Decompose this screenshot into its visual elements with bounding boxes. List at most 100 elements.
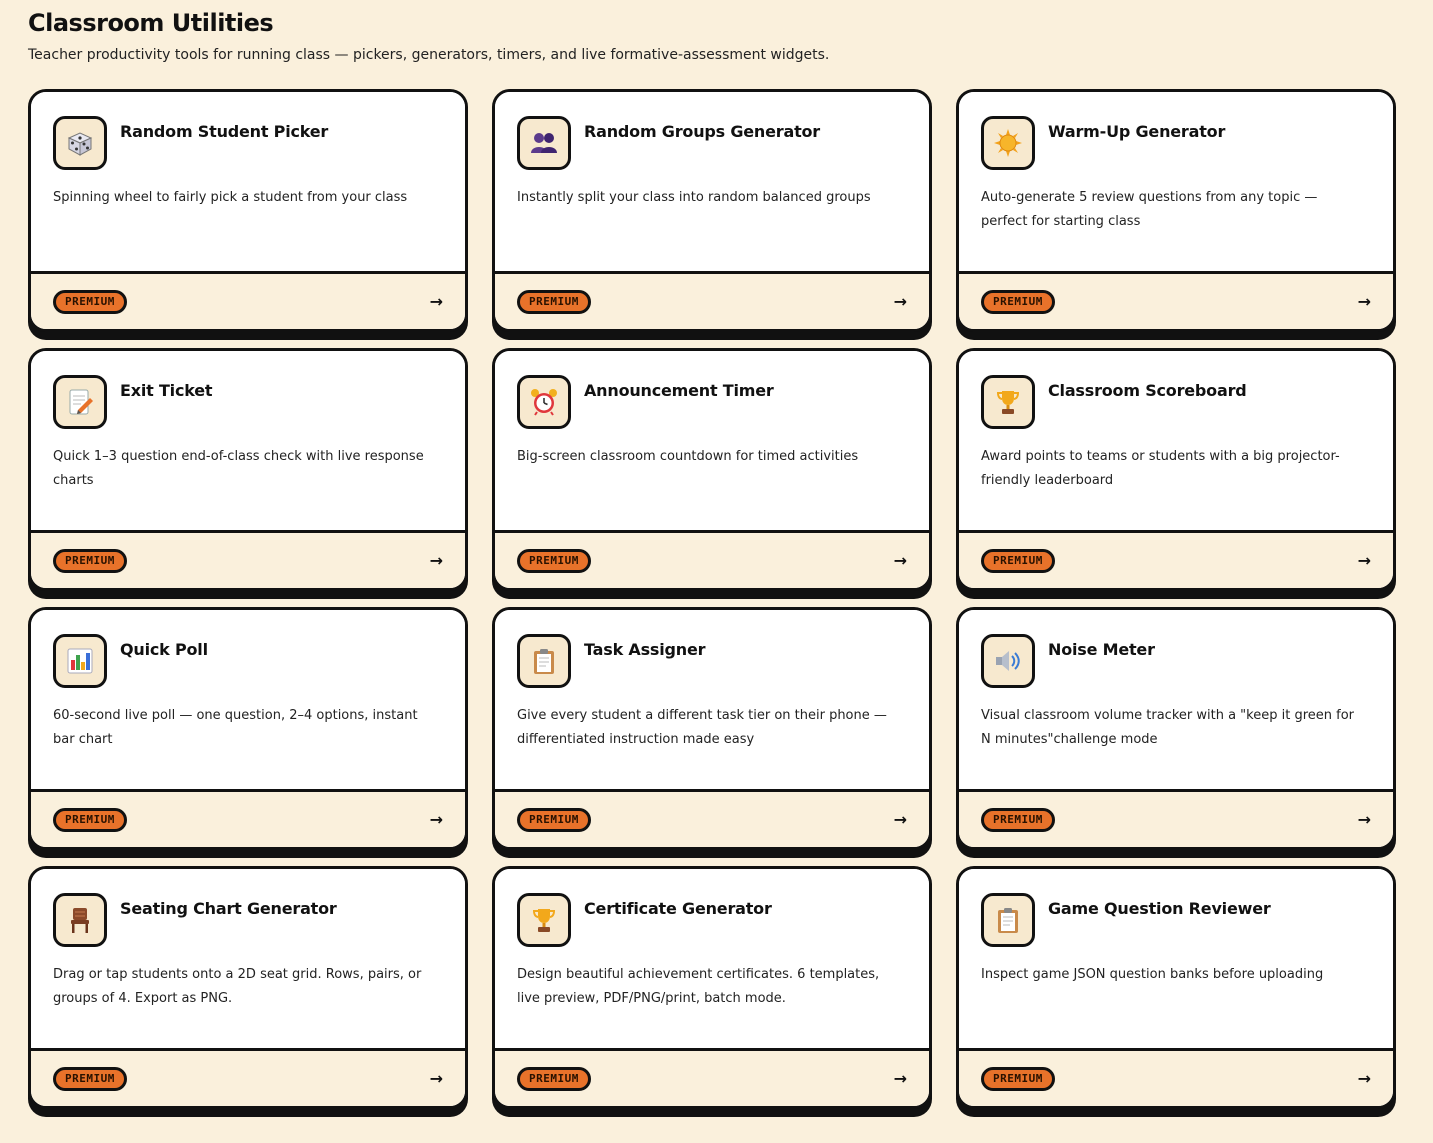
card-header: Certificate Generator bbox=[517, 893, 907, 947]
card-footer: PREMIUM → bbox=[31, 271, 465, 329]
card-body: Quick Poll 60-second live poll — one ques… bbox=[31, 610, 465, 789]
clipboard-icon bbox=[517, 634, 571, 688]
card-description: Spinning wheel to fairly pick a student … bbox=[53, 190, 408, 205]
trophy-icon bbox=[981, 375, 1035, 429]
card-description: Visual classroom volume tracker with a "… bbox=[981, 708, 1354, 747]
card-header: Classroom Scoreboard bbox=[981, 375, 1371, 429]
card-footer: PREMIUM → bbox=[959, 1048, 1393, 1106]
card-footer: PREMIUM → bbox=[31, 789, 465, 847]
page-subtitle: Teacher productivity tools for running c… bbox=[28, 47, 830, 63]
card-title: Certificate Generator bbox=[584, 899, 772, 918]
tool-card-certificate-generator[interactable]: Certificate Generator Design beautiful ac… bbox=[492, 866, 932, 1109]
arrow-right-icon[interactable]: → bbox=[430, 292, 443, 311]
card-header: Random Student Picker bbox=[53, 116, 443, 170]
tool-card-game-question-reviewer[interactable]: Game Question Reviewer Inspect game JSON … bbox=[956, 866, 1396, 1109]
tool-card-announcement-timer[interactable]: Announcement Timer Big-screen classroom c… bbox=[492, 348, 932, 591]
tool-card-random-student-picker[interactable]: Random Student Picker Spinning wheel to f… bbox=[28, 89, 468, 332]
arrow-right-icon[interactable]: → bbox=[894, 292, 907, 311]
card-description: Big-screen classroom countdown for timed… bbox=[517, 449, 859, 464]
tool-card-task-assigner[interactable]: Task Assigner Give every student a differ… bbox=[492, 607, 932, 850]
premium-badge: PREMIUM bbox=[981, 548, 1055, 573]
card-header: Random Groups Generator bbox=[517, 116, 907, 170]
card-description: 60-second live poll — one question, 2–4 … bbox=[53, 708, 418, 747]
arrow-right-icon[interactable]: → bbox=[1358, 1069, 1371, 1088]
card-body: Seating Chart Generator Drag or tap stude… bbox=[31, 869, 465, 1048]
arrow-right-icon[interactable]: → bbox=[1358, 551, 1371, 570]
card-header: Seating Chart Generator bbox=[53, 893, 443, 947]
card-title: Quick Poll bbox=[120, 640, 208, 659]
card-header: Exit Ticket bbox=[53, 375, 443, 429]
people-icon bbox=[517, 116, 571, 170]
card-footer: PREMIUM → bbox=[31, 1048, 465, 1106]
card-title: Warm-Up Generator bbox=[1048, 122, 1226, 141]
card-footer: PREMIUM → bbox=[31, 530, 465, 588]
card-title: Announcement Timer bbox=[584, 381, 774, 400]
card-body: Exit Ticket Quick 1–3 question end-of-cla… bbox=[31, 351, 465, 530]
card-body: Warm-Up Generator Auto-generate 5 review … bbox=[959, 92, 1393, 271]
premium-badge: PREMIUM bbox=[981, 807, 1055, 832]
bar-chart-icon bbox=[53, 634, 107, 688]
card-footer: PREMIUM → bbox=[959, 530, 1393, 588]
arrow-right-icon[interactable]: → bbox=[894, 1069, 907, 1088]
card-description: Drag or tap students onto a 2D seat grid… bbox=[53, 967, 422, 1006]
card-footer: PREMIUM → bbox=[495, 271, 929, 329]
card-description: Inspect game JSON question banks before … bbox=[981, 967, 1324, 982]
premium-badge: PREMIUM bbox=[53, 289, 127, 314]
card-footer: PREMIUM → bbox=[495, 530, 929, 588]
card-header: Noise Meter bbox=[981, 634, 1371, 688]
card-body: Classroom Scoreboard Award points to team… bbox=[959, 351, 1393, 530]
premium-badge: PREMIUM bbox=[517, 289, 591, 314]
tools-grid: Random Student Picker Spinning wheel to f… bbox=[28, 89, 1396, 1109]
memo-icon bbox=[53, 375, 107, 429]
card-footer: PREMIUM → bbox=[959, 789, 1393, 847]
chair-icon bbox=[53, 893, 107, 947]
card-description: Quick 1–3 question end-of-class check wi… bbox=[53, 449, 424, 488]
card-title: Seating Chart Generator bbox=[120, 899, 337, 918]
arrow-right-icon[interactable]: → bbox=[894, 551, 907, 570]
arrow-right-icon[interactable]: → bbox=[430, 810, 443, 829]
arrow-right-icon[interactable]: → bbox=[430, 551, 443, 570]
arrow-right-icon[interactable]: → bbox=[894, 810, 907, 829]
premium-badge: PREMIUM bbox=[53, 807, 127, 832]
dice-icon bbox=[53, 116, 107, 170]
premium-badge: PREMIUM bbox=[981, 289, 1055, 314]
arrow-right-icon[interactable]: → bbox=[1358, 810, 1371, 829]
premium-badge: PREMIUM bbox=[517, 1066, 591, 1091]
card-title: Random Groups Generator bbox=[584, 122, 820, 141]
card-body: Announcement Timer Big-screen classroom c… bbox=[495, 351, 929, 530]
card-footer: PREMIUM → bbox=[959, 271, 1393, 329]
arrow-right-icon[interactable]: → bbox=[1358, 292, 1371, 311]
premium-badge: PREMIUM bbox=[981, 1066, 1055, 1091]
card-footer: PREMIUM → bbox=[495, 1048, 929, 1106]
card-description: Give every student a different task tier… bbox=[517, 708, 887, 747]
tool-card-seating-chart-generator[interactable]: Seating Chart Generator Drag or tap stude… bbox=[28, 866, 468, 1109]
tool-card-warm-up-generator[interactable]: Warm-Up Generator Auto-generate 5 review … bbox=[956, 89, 1396, 332]
card-title: Game Question Reviewer bbox=[1048, 899, 1271, 918]
tool-card-classroom-scoreboard[interactable]: Classroom Scoreboard Award points to team… bbox=[956, 348, 1396, 591]
premium-badge: PREMIUM bbox=[53, 548, 127, 573]
tool-card-quick-poll[interactable]: Quick Poll 60-second live poll — one ques… bbox=[28, 607, 468, 850]
card-title: Random Student Picker bbox=[120, 122, 329, 141]
page-title: Classroom Utilities bbox=[28, 9, 274, 37]
card-description: Award points to teams or students with a… bbox=[981, 449, 1340, 488]
card-header: Quick Poll bbox=[53, 634, 443, 688]
premium-badge: PREMIUM bbox=[517, 548, 591, 573]
page: Classroom Utilities Teacher productivity… bbox=[0, 0, 1433, 1143]
card-body: Task Assigner Give every student a differ… bbox=[495, 610, 929, 789]
card-header: Warm-Up Generator bbox=[981, 116, 1371, 170]
tool-card-exit-ticket[interactable]: Exit Ticket Quick 1–3 question end-of-cla… bbox=[28, 348, 468, 591]
card-description: Design beautiful achievement certificate… bbox=[517, 967, 880, 1006]
tool-card-noise-meter[interactable]: Noise Meter Visual classroom volume track… bbox=[956, 607, 1396, 850]
card-body: Game Question Reviewer Inspect game JSON … bbox=[959, 869, 1393, 1048]
card-body: Random Student Picker Spinning wheel to f… bbox=[31, 92, 465, 271]
card-description: Auto-generate 5 review questions from an… bbox=[981, 190, 1318, 229]
speaker-icon bbox=[981, 634, 1035, 688]
premium-badge: PREMIUM bbox=[53, 1066, 127, 1091]
card-title: Exit Ticket bbox=[120, 381, 213, 400]
tool-card-random-groups-generator[interactable]: Random Groups Generator Instantly split y… bbox=[492, 89, 932, 332]
arrow-right-icon[interactable]: → bbox=[430, 1069, 443, 1088]
clipboard-icon bbox=[981, 893, 1035, 947]
sun-icon bbox=[981, 116, 1035, 170]
card-body: Noise Meter Visual classroom volume track… bbox=[959, 610, 1393, 789]
card-header: Announcement Timer bbox=[517, 375, 907, 429]
